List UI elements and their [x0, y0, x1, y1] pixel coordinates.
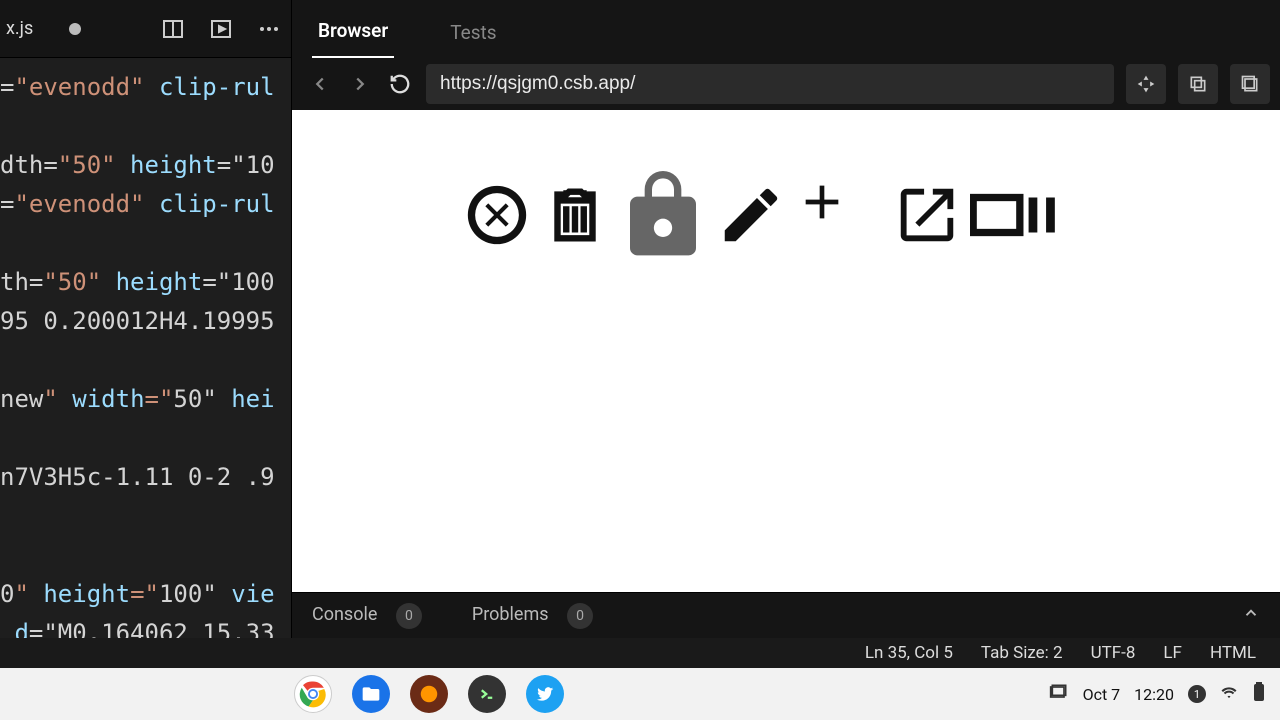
os-taskbar: Oct 7 12:20 1: [0, 668, 1280, 720]
panel-toggle-chevron-icon[interactable]: [1242, 604, 1260, 627]
code-line: [0, 107, 291, 146]
code-line: ="evenodd" clip-rul: [0, 68, 291, 107]
problems-count-badge: 0: [567, 603, 593, 629]
code-line: 95 0.200012H4.19995: [0, 302, 291, 341]
panel-tab-console[interactable]: Console 0: [312, 603, 422, 629]
code-line: ="evenodd" clip-rul: [0, 185, 291, 224]
tray-time[interactable]: 12:20: [1134, 685, 1174, 704]
console-label: Console: [312, 604, 377, 625]
preview-column: Browser Tests: [291, 0, 1280, 638]
url-input[interactable]: [426, 64, 1114, 104]
browser-toolbar: [292, 58, 1280, 110]
editor-column: x.js ="evenodd" clip-ruldth="50" height=…: [0, 0, 291, 638]
preview-tab-bar: Browser Tests: [292, 0, 1280, 58]
terminal-app-icon[interactable]: [468, 675, 506, 713]
code-line: [0, 536, 291, 575]
edit-pencil-icon: [716, 180, 786, 250]
code-line: new" width="50" hei: [0, 380, 291, 419]
editor-actions: [161, 17, 281, 41]
code-line: [0, 497, 291, 536]
code-line: [0, 224, 291, 263]
code-line: th="50" height="100: [0, 263, 291, 302]
open-external-icon[interactable]: [1230, 64, 1270, 104]
status-language[interactable]: HTML: [1210, 643, 1256, 663]
battery-icon[interactable]: [1252, 682, 1266, 706]
copy-icon[interactable]: [1178, 64, 1218, 104]
editor-tab-bar: x.js: [0, 0, 291, 58]
bottom-panel: Console 0 Problems 0: [292, 592, 1280, 638]
nav-back-icon[interactable]: [306, 70, 334, 98]
reload-icon[interactable]: [386, 70, 414, 98]
move-tool-icon[interactable]: [1126, 64, 1166, 104]
status-bar: Ln 35, Col 5 Tab Size: 2 UTF-8 LF HTML: [0, 638, 1280, 668]
code-line: dth="50" height="10: [0, 146, 291, 185]
trash-icon: [540, 180, 610, 250]
code-line: [0, 419, 291, 458]
code-line: [0, 341, 291, 380]
code-line: d="M0.164062 15.33: [0, 614, 291, 638]
add-plus-icon: [794, 174, 850, 230]
tray-notification-badge[interactable]: 1: [1188, 685, 1206, 703]
firefox-app-icon[interactable]: [410, 675, 448, 713]
cancel-circle-icon: [462, 180, 532, 250]
code-line: 0" height="100" vie: [0, 575, 291, 614]
taskbar-apps: [294, 675, 564, 713]
system-tray: Oct 7 12:20 1: [1049, 682, 1266, 706]
tray-overview-icon[interactable]: [1049, 682, 1069, 706]
problems-label: Problems: [472, 604, 549, 625]
status-cursor[interactable]: Ln 35, Col 5: [865, 643, 953, 663]
workbench: x.js ="evenodd" clip-ruldth="50" height=…: [0, 0, 1280, 638]
chrome-app-icon[interactable]: [294, 675, 332, 713]
browser-viewport: [292, 110, 1280, 592]
tab-browser[interactable]: Browser: [312, 5, 394, 58]
status-tabsize[interactable]: Tab Size: 2: [981, 643, 1063, 663]
panel-tab-problems[interactable]: Problems 0: [472, 603, 593, 629]
files-app-icon[interactable]: [352, 675, 390, 713]
editor-tab-active[interactable]: x.js: [0, 0, 91, 57]
split-editor-icon[interactable]: [161, 17, 185, 41]
twitter-app-icon[interactable]: [526, 675, 564, 713]
lock-icon: [618, 160, 708, 270]
more-ellipsis-icon[interactable]: [257, 17, 281, 41]
screen: x.js ="evenodd" clip-ruldth="50" height=…: [0, 0, 1280, 720]
code-line: n7V3H5c-1.11 0-2 .9: [0, 458, 291, 497]
console-count-badge: 0: [396, 603, 422, 629]
preview-play-icon[interactable]: [209, 17, 233, 41]
status-encoding[interactable]: UTF-8: [1091, 643, 1136, 663]
unsaved-dot-icon: [69, 23, 81, 35]
editor-tab-label: x.js: [6, 18, 33, 39]
open-in-new-icon: [892, 180, 962, 250]
tab-tests[interactable]: Tests: [444, 7, 502, 58]
nav-forward-icon[interactable]: [346, 70, 374, 98]
app-icon-row: [462, 160, 1058, 270]
code-editor[interactable]: ="evenodd" clip-ruldth="50" height="10="…: [0, 58, 291, 638]
burst-mode-icon: [970, 180, 1058, 250]
status-eol[interactable]: LF: [1163, 643, 1182, 663]
tray-date[interactable]: Oct 7: [1083, 685, 1121, 704]
wifi-icon[interactable]: [1220, 683, 1238, 705]
